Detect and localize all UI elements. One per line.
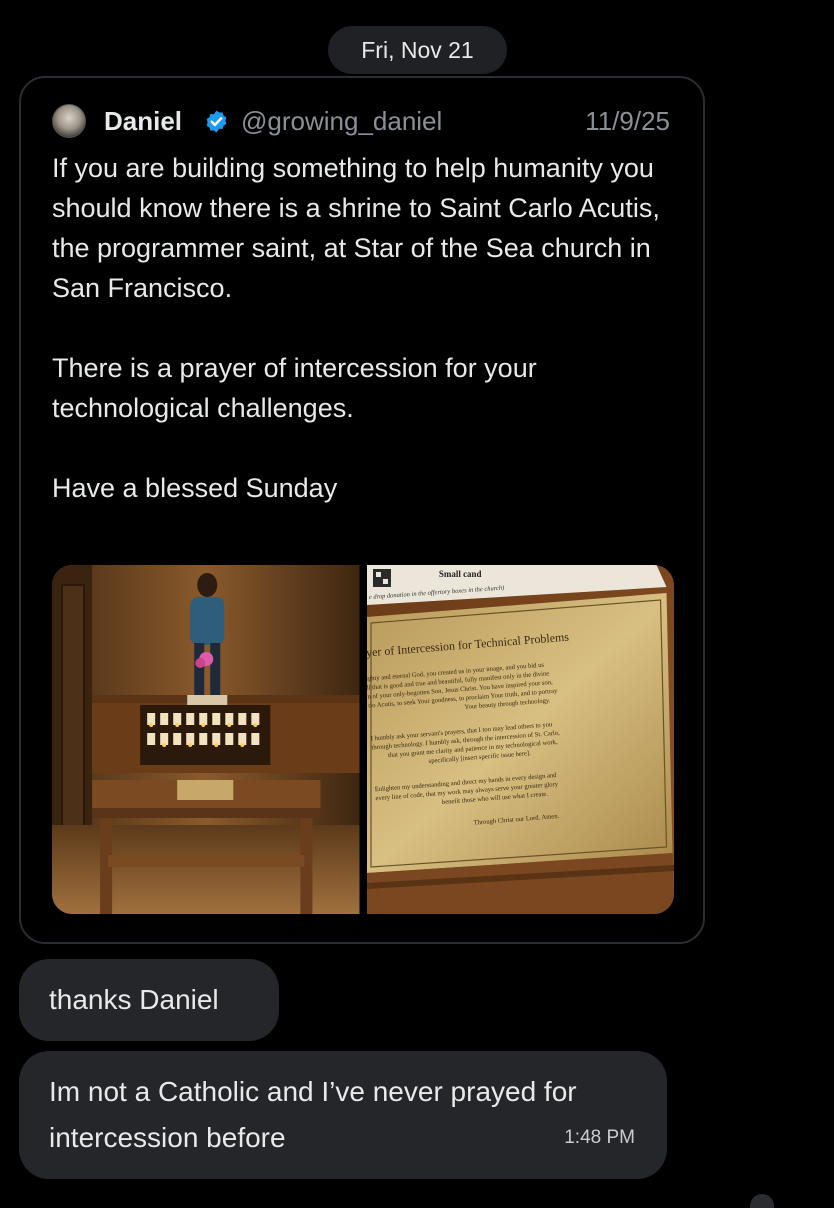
quoted-tweet-card[interactable]: Daniel @growing_daniel 11/9/25 If you ar…	[19, 76, 705, 944]
tweet-media: Small cand e drop donation in the offert…	[52, 565, 674, 914]
message-text: thanks Daniel	[49, 984, 219, 1015]
tweet-date[interactable]: 11/9/25	[585, 104, 670, 138]
author-name[interactable]: Daniel	[104, 104, 182, 138]
message-timestamp: 1:48 PM	[564, 1127, 635, 1148]
message-bubble[interactable]: Im not a Catholic and I’ve never prayed …	[19, 1051, 667, 1179]
message-bubble[interactable]: thanks Daniel	[19, 959, 279, 1041]
avatar[interactable]	[52, 104, 86, 138]
verified-badge-icon	[206, 110, 227, 133]
tweet-paragraph: There is a prayer of intercession for yo…	[52, 353, 537, 423]
prayer-plaque-photo[interactable]: Small cand e drop donation in the offert…	[366, 565, 674, 914]
plaque-header: Small cand	[438, 569, 481, 579]
date-separator: Fri, Nov 21	[328, 26, 507, 74]
message-text: Im not a Catholic and I’ve never prayed …	[49, 1076, 577, 1153]
tweet-text: If you are building something to help hu…	[52, 148, 692, 508]
author-handle[interactable]: @growing_daniel	[241, 104, 442, 138]
tweet-paragraph: Have a blessed Sunday	[52, 473, 338, 503]
next-message-edge	[750, 1194, 774, 1208]
shrine-photo[interactable]	[52, 565, 360, 914]
tweet-paragraph: If you are building something to help hu…	[52, 153, 660, 303]
